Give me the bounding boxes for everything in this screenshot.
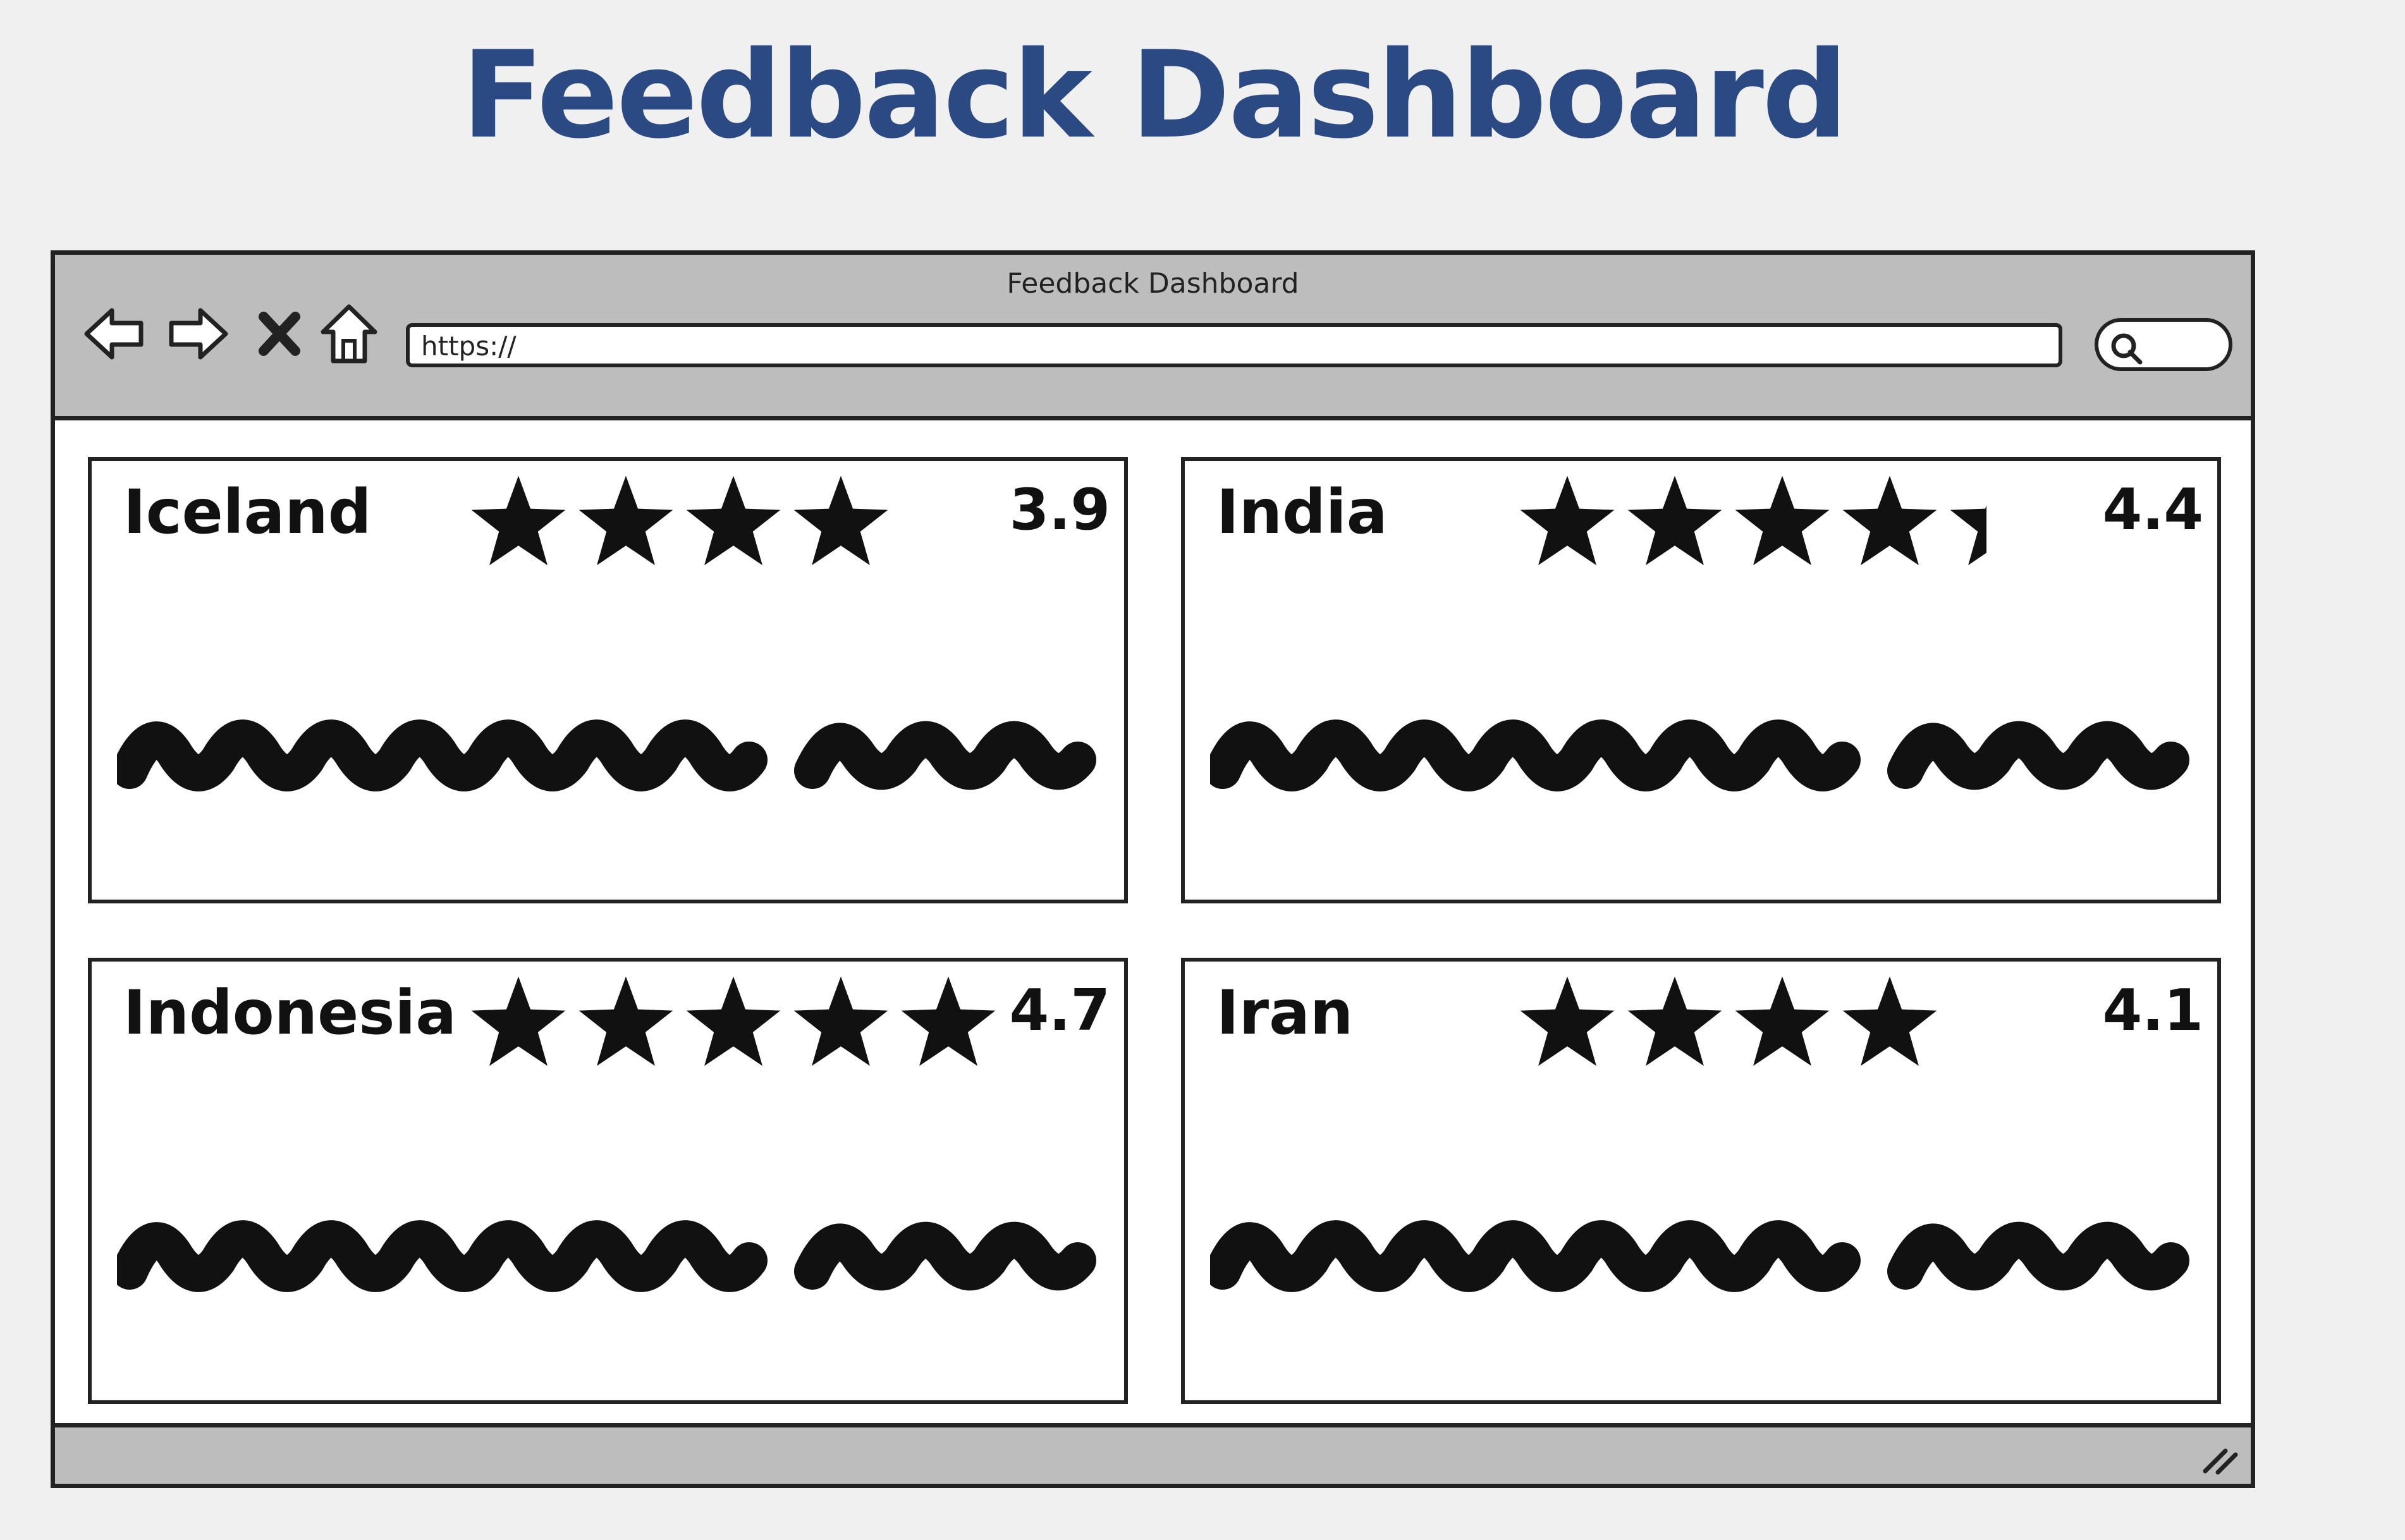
- star-icon: [1842, 976, 1937, 1066]
- feedback-card[interactable]: Indonesia 4.7: [88, 958, 1128, 1404]
- star-rating: [1514, 968, 1943, 1075]
- card-country: India: [1216, 477, 1388, 547]
- star-icon: [1627, 475, 1722, 566]
- star-icon: [471, 475, 566, 566]
- star-icon: [471, 976, 566, 1066]
- scribbled-text-placeholder: [1210, 1220, 2189, 1292]
- star-rating: [1514, 467, 2051, 575]
- star-icon: [686, 976, 781, 1066]
- star-icon: [1735, 475, 1830, 566]
- star-rating: [465, 467, 895, 575]
- card-country: Iceland: [123, 477, 372, 547]
- star-icon: [1842, 475, 1937, 566]
- star-icon: [1627, 976, 1722, 1066]
- scribbled-text-placeholder: [117, 719, 1096, 791]
- scribbled-text-placeholder: [1210, 719, 2189, 791]
- star-icon: [793, 976, 888, 1066]
- status-bar: [55, 1423, 2251, 1484]
- feedback-card[interactable]: Iran 4.1: [1181, 958, 2221, 1404]
- window-title: Feedback Dashboard: [1007, 267, 1299, 300]
- star-icon: [578, 976, 673, 1066]
- card-country: Indonesia: [123, 977, 457, 1048]
- star-icon: [1520, 475, 1615, 566]
- close-icon[interactable]: [245, 299, 314, 369]
- star-rating: [465, 968, 1002, 1075]
- dashboard-content: Iceland 3.9 India 4.4 Indonesia 4.7 Iran: [55, 420, 2251, 1432]
- star-icon: [901, 976, 996, 1066]
- star-icon: [1950, 505, 1986, 566]
- page-title: Feedback Dashboard: [462, 25, 1848, 165]
- slide: Feedback Dashboard Feedback Dashboard ht…: [0, 0, 2405, 1540]
- url-text: https://: [421, 331, 517, 362]
- resize-grip-icon[interactable]: [2196, 1439, 2241, 1477]
- back-arrow-icon[interactable]: [80, 299, 150, 369]
- card-rating: 4.1: [2102, 977, 2203, 1044]
- scribbled-text-placeholder: [117, 1220, 1096, 1292]
- card-country: Iran: [1216, 977, 1354, 1048]
- search-icon: [2111, 333, 2143, 365]
- card-rating: 3.9: [1009, 477, 1110, 543]
- card-rating: 4.7: [1009, 977, 1110, 1044]
- star-icon: [793, 475, 888, 566]
- star-icon: [1735, 976, 1830, 1066]
- search-button[interactable]: [2095, 318, 2232, 371]
- home-icon[interactable]: [314, 299, 384, 369]
- url-input[interactable]: https://: [406, 323, 2062, 367]
- star-icon: [578, 475, 673, 566]
- forward-arrow-icon[interactable]: [162, 299, 232, 369]
- star-icon: [1520, 976, 1615, 1066]
- star-icon: [686, 475, 781, 566]
- browser-window: Feedback Dashboard https:// Iceland 3.9 …: [51, 250, 2255, 1488]
- feedback-card[interactable]: Iceland 3.9: [88, 457, 1128, 903]
- feedback-card[interactable]: India 4.4: [1181, 457, 2221, 903]
- card-rating: 4.4: [2102, 477, 2203, 543]
- browser-toolbar: Feedback Dashboard https://: [55, 255, 2251, 420]
